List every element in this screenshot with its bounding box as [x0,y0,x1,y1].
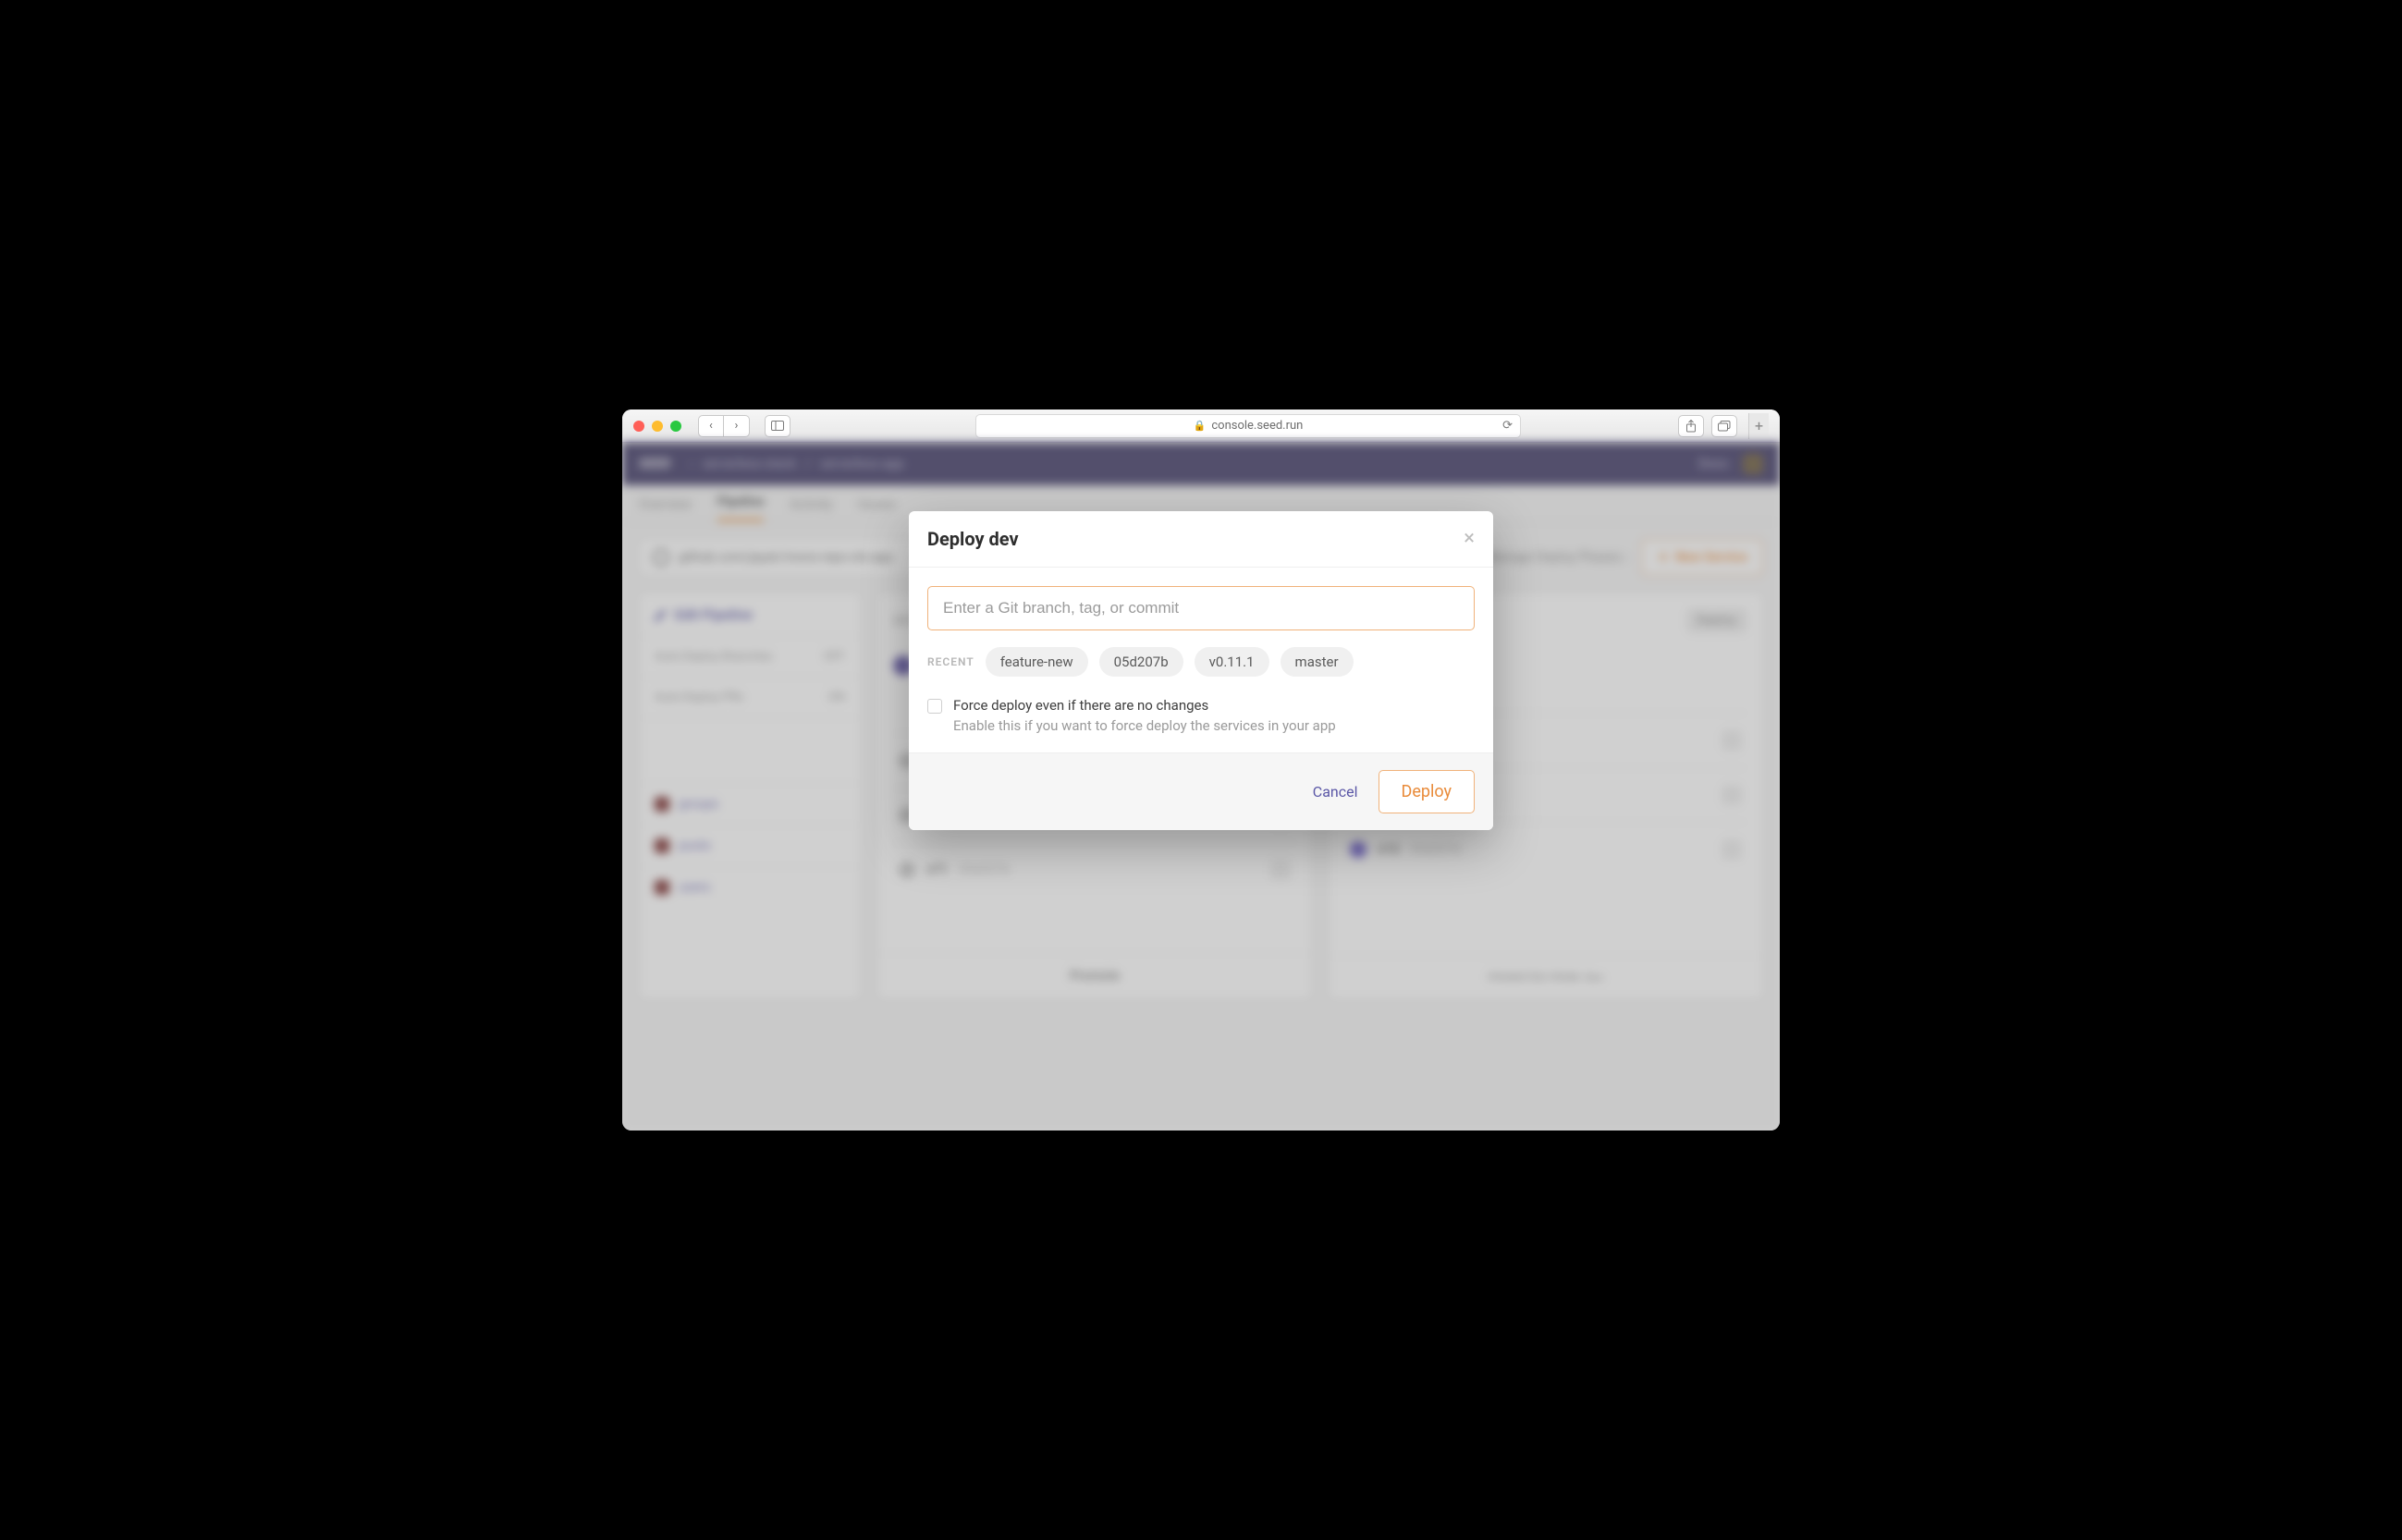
force-deploy-label: Force deploy even if there are no change… [953,697,1336,714]
recent-chip[interactable]: feature-new [986,647,1088,677]
close-window-icon[interactable] [633,421,644,432]
browser-titlebar: ‹ › 🔒 console.seed.run ⟳ + [622,409,1780,443]
cancel-button[interactable]: Cancel [1313,783,1358,801]
browser-window: ‹ › 🔒 console.seed.run ⟳ + SEED › s [622,409,1780,1131]
modal-title: Deploy dev [927,528,1019,550]
recent-label: RECENT [927,655,974,668]
maximize-window-icon[interactable] [670,421,681,432]
minimize-window-icon[interactable] [652,421,663,432]
lock-icon: 🔒 [1194,420,1207,432]
forward-button[interactable]: › [724,415,750,437]
url-text: console.seed.run [1211,419,1303,433]
deploy-modal: Deploy dev × RECENT feature-new 05d207b … [909,511,1493,830]
recent-chip[interactable]: 05d207b [1099,647,1183,677]
deploy-button[interactable]: Deploy [1379,770,1476,813]
tabs-button[interactable] [1711,415,1737,437]
new-tab-button[interactable]: + [1748,413,1769,439]
force-deploy-checkbox[interactable] [927,699,942,714]
browser-right-actions: + [1678,413,1769,439]
reload-icon[interactable]: ⟳ [1502,419,1513,433]
share-button[interactable] [1678,415,1704,437]
sidebar-toggle-button[interactable] [765,415,790,437]
back-button[interactable]: ‹ [698,415,724,437]
url-bar[interactable]: 🔒 console.seed.run ⟳ [975,414,1521,438]
window-controls [633,421,681,432]
recent-chip[interactable]: master [1281,647,1354,677]
nav-buttons: ‹ › [698,415,750,437]
close-icon[interactable]: × [1464,529,1475,549]
recent-chip[interactable]: v0.11.1 [1195,647,1269,677]
force-deploy-help: Enable this if you want to force deploy … [953,717,1336,734]
git-ref-input[interactable] [927,586,1475,630]
